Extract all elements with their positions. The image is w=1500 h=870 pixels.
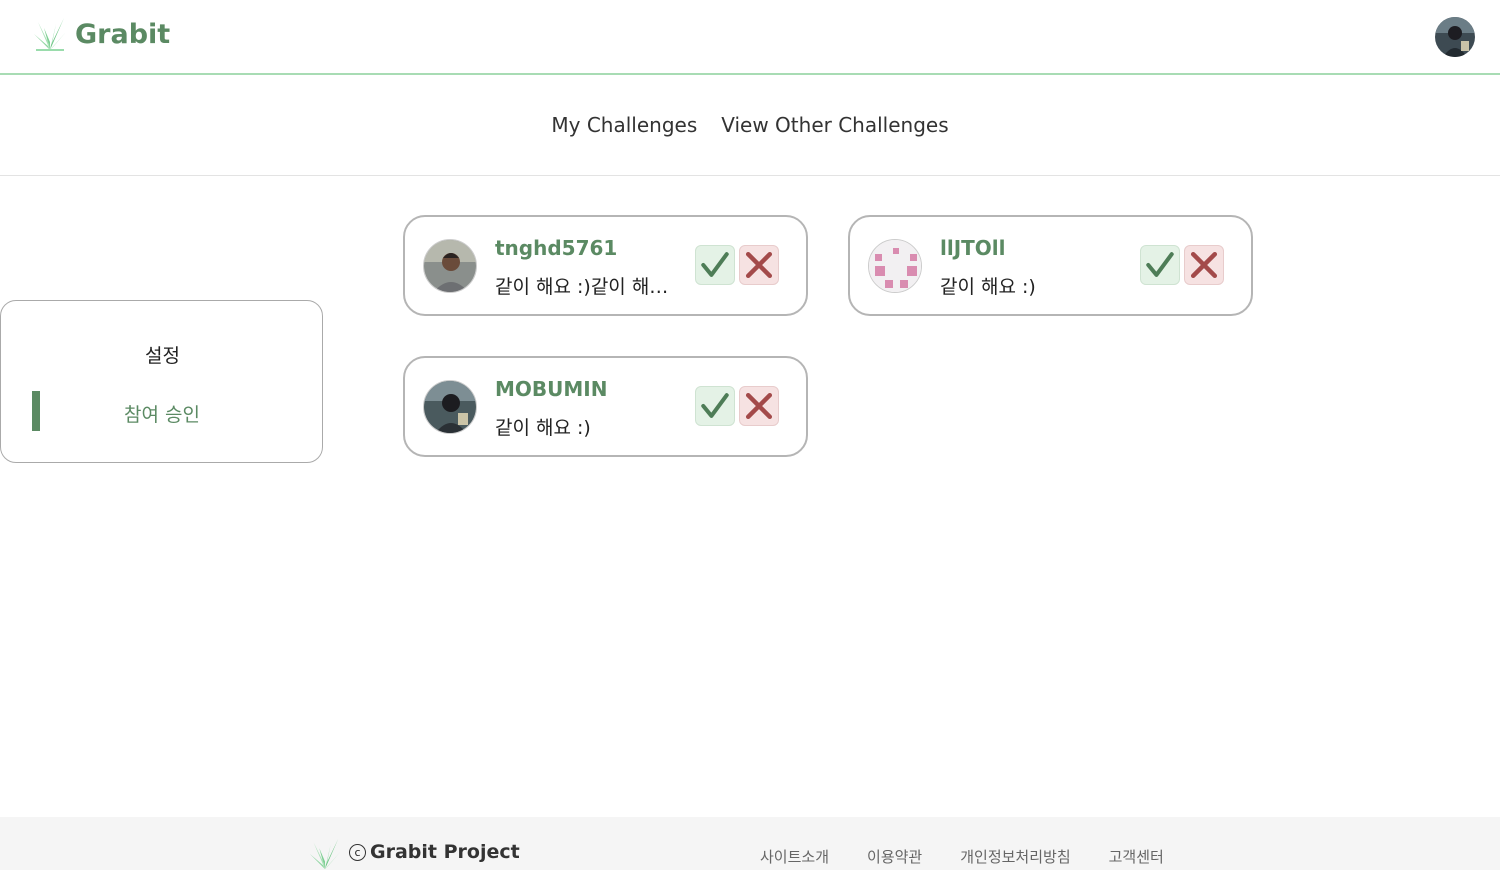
request-card: MOBUMIN 같이 해요 :) [403, 356, 808, 457]
settings-title: 설정 [145, 345, 180, 367]
accept-button[interactable] [695, 386, 735, 426]
settings-panel: 설정 참여 승인 [0, 300, 323, 463]
nav-view-other-challenges[interactable]: View Other Challenges [721, 113, 948, 137]
sidebar-item-participation-approval[interactable]: 참여 승인 [32, 391, 292, 431]
accept-button[interactable] [1140, 245, 1180, 285]
challenge-nav: My Challenges View Other Challenges [0, 75, 1500, 176]
sidebar-item-label: 참여 승인 [124, 404, 200, 426]
close-icon [745, 251, 773, 279]
request-card: llJTOll 같이 해요 :) [848, 215, 1253, 316]
request-username: tnghd5761 [495, 236, 618, 260]
photo-avatar [423, 380, 477, 434]
footer: c Grabit Project 사이트소개 이용약관 개인정보처리방침 고객센… [0, 817, 1500, 870]
footer-brand: c Grabit Project [306, 833, 520, 870]
footer-link-privacy[interactable]: 개인정보처리방침 [960, 846, 1070, 867]
grass-icon [309, 838, 341, 870]
reject-button[interactable] [739, 245, 779, 285]
accept-button[interactable] [695, 245, 735, 285]
nav-my-challenges[interactable]: My Challenges [551, 113, 697, 137]
request-message: 같이 해요 :) [940, 276, 1036, 298]
request-message: 같이 해요 :)같이 해요 :) [495, 276, 675, 298]
footer-link-about[interactable]: 사이트소개 [760, 846, 829, 867]
user-avatar[interactable] [1435, 17, 1475, 57]
footer-link-terms[interactable]: 이용약관 [867, 846, 922, 867]
footer-links: 사이트소개 이용약관 개인정보처리방침 고객센터 [760, 846, 1202, 867]
logo[interactable]: Grabit [30, 14, 170, 54]
photo-avatar [423, 239, 477, 293]
check-icon [701, 252, 729, 277]
grass-icon [34, 18, 66, 51]
reject-button[interactable] [1184, 245, 1224, 285]
close-icon [745, 392, 773, 420]
pixel-face-avatar [868, 239, 922, 293]
footer-brand-text: Grabit Project [370, 841, 520, 863]
logo-text: Grabit [75, 18, 171, 50]
request-message: 같이 해요 :) [495, 417, 591, 439]
check-icon [1146, 252, 1174, 277]
check-icon [701, 393, 729, 418]
request-username: MOBUMIN [495, 377, 608, 401]
copyright-icon: c [349, 843, 366, 861]
top-header: Grabit [0, 0, 1500, 75]
close-icon [1190, 251, 1218, 279]
request-username: llJTOll [940, 236, 1006, 260]
reject-button[interactable] [739, 386, 779, 426]
footer-link-support[interactable]: 고객센터 [1109, 846, 1164, 867]
request-card: tnghd5761 같이 해요 :)같이 해요 :) [403, 215, 808, 316]
